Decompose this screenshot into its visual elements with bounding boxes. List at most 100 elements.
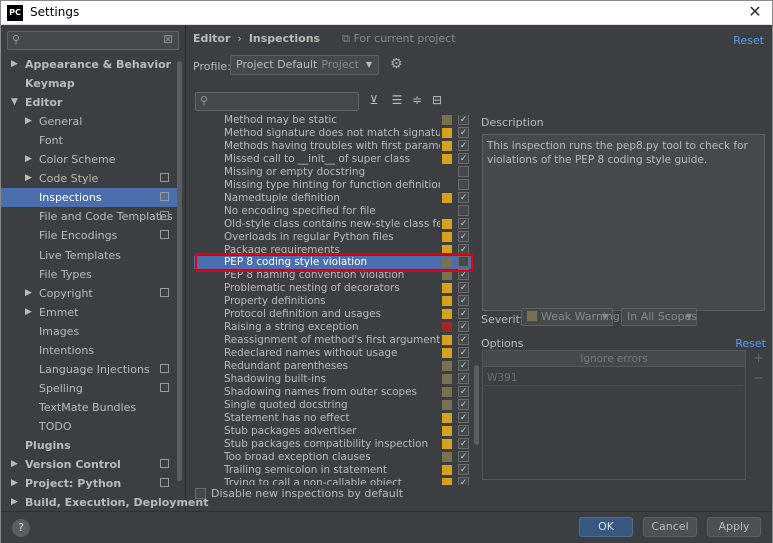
- enable-checkbox[interactable]: [458, 178, 469, 190]
- ignore-errors-cell[interactable]: W391: [485, 370, 743, 386]
- collapsed-arrow-icon[interactable]: ▶: [25, 303, 32, 322]
- filter-icon[interactable]: ⊻: [366, 93, 382, 107]
- help-button[interactable]: ?: [12, 519, 30, 537]
- enable-checkbox[interactable]: ✓: [458, 295, 469, 307]
- inspection-row[interactable]: Problematic nesting of decorators ✓: [194, 282, 472, 295]
- enable-checkbox[interactable]: ✓: [458, 334, 469, 346]
- apply-button[interactable]: Apply: [707, 517, 761, 537]
- inspection-row[interactable]: Old-style class contains new-style class…: [194, 217, 472, 231]
- scrollbar-thumb[interactable]: [474, 365, 479, 445]
- severity-dropdown[interactable]: Weak Warning ▼: [521, 308, 620, 326]
- enable-checkbox[interactable]: ✓: [458, 217, 469, 229]
- inspection-row[interactable]: Stub packages advertiser ✓: [194, 424, 472, 438]
- sidebar-item[interactable]: ▶ Project: Python: [1, 474, 177, 493]
- expand-all-icon[interactable]: ☰: [389, 93, 405, 107]
- inspection-search-input[interactable]: ⚲: [195, 92, 359, 111]
- enable-checkbox[interactable]: ✓: [458, 139, 469, 151]
- sidebar-scrollbar[interactable]: [177, 61, 182, 481]
- expanded-arrow-icon[interactable]: ▼: [11, 93, 18, 112]
- inspection-row[interactable]: Protocol definition and usages ✓: [194, 308, 472, 321]
- enable-checkbox[interactable]: ✓: [458, 308, 469, 320]
- inspection-row[interactable]: Single quoted docstring ✓: [194, 398, 472, 412]
- settings-search-input[interactable]: ⚲ ⊠: [7, 31, 179, 50]
- sidebar-item[interactable]: TextMate Bundles: [1, 398, 177, 417]
- inspection-row[interactable]: Redundant parentheses ✓: [194, 360, 472, 373]
- collapsed-arrow-icon[interactable]: ▶: [11, 455, 18, 474]
- sidebar-item[interactable]: Font: [1, 131, 177, 150]
- enable-checkbox[interactable]: ✓: [458, 476, 469, 485]
- sidebar-item[interactable]: Intentions: [1, 341, 177, 360]
- collapsed-arrow-icon[interactable]: ▶: [25, 284, 32, 303]
- collapsed-arrow-icon[interactable]: ▶: [25, 150, 32, 169]
- sidebar-item[interactable]: File and Code Templates: [1, 207, 177, 226]
- sidebar-item[interactable]: ▶ Copyright: [1, 284, 177, 303]
- collapsed-arrow-icon[interactable]: ▶: [25, 112, 32, 131]
- sidebar-item[interactable]: Spelling: [1, 379, 177, 398]
- enable-checkbox[interactable]: ✓: [458, 424, 469, 436]
- sidebar-item[interactable]: ▶ Code Style: [1, 169, 177, 188]
- inspection-row[interactable]: Raising a string exception ✓: [194, 321, 472, 334]
- enable-checkbox[interactable]: ✓: [458, 360, 469, 372]
- checkbox-box[interactable]: [195, 488, 206, 499]
- sidebar-item[interactable]: Keymap: [1, 74, 177, 93]
- inspection-row[interactable]: Namedtuple definition ✓: [194, 191, 472, 205]
- enable-checkbox[interactable]: ✓: [458, 152, 469, 164]
- options-reset-link[interactable]: Reset: [735, 337, 766, 350]
- enable-checkbox[interactable]: ✓: [458, 373, 469, 384]
- profile-dropdown[interactable]: Project Default Project ▼: [230, 55, 379, 75]
- collapsed-arrow-icon[interactable]: ▶: [11, 493, 18, 512]
- inspection-row[interactable]: Missed call to __init__ of super class ✓: [194, 152, 472, 166]
- inspection-row[interactable]: Shadowing built-ins ✓: [194, 373, 472, 386]
- inspection-row[interactable]: Missing or empty docstring: [194, 165, 472, 179]
- inspection-row[interactable]: Stub packages compatibility inspection ✓: [194, 437, 472, 451]
- enable-checkbox[interactable]: ✓: [458, 411, 469, 423]
- inspection-row[interactable]: Overloads in regular Python files ✓: [194, 230, 472, 244]
- sidebar-item[interactable]: ▶ Appearance & Behavior: [1, 55, 177, 74]
- add-error-button[interactable]: +: [753, 351, 764, 366]
- enable-checkbox[interactable]: ✓: [458, 463, 469, 475]
- enable-checkbox[interactable]: ✓: [458, 450, 469, 462]
- collapse-all-icon[interactable]: ≑: [409, 93, 425, 107]
- sidebar-item[interactable]: ▶ Color Scheme: [1, 150, 177, 169]
- inspection-row[interactable]: Shadowing names from outer scopes ✓: [194, 385, 472, 399]
- sidebar-item[interactable]: TODO: [1, 417, 177, 436]
- inspection-row[interactable]: No encoding specified for file: [194, 204, 472, 218]
- inspection-row[interactable]: Statement has no effect ✓: [194, 411, 472, 425]
- inspection-row[interactable]: Methods having troubles with first param…: [194, 139, 472, 153]
- enable-checkbox[interactable]: ✓: [458, 321, 469, 333]
- ok-button[interactable]: OK: [579, 517, 633, 537]
- sidebar-item[interactable]: ▼ Editor: [1, 93, 177, 112]
- cancel-button[interactable]: Cancel: [643, 517, 697, 537]
- collapsed-arrow-icon[interactable]: ▶: [11, 55, 18, 74]
- close-window-button[interactable]: ✕: [746, 2, 764, 22]
- sidebar-item[interactable]: Plugins: [1, 436, 177, 455]
- enable-checkbox[interactable]: ✓: [458, 230, 469, 242]
- inspection-row[interactable]: Method signature does not match signatur…: [194, 126, 472, 140]
- inspections-scrollbar[interactable]: [474, 115, 479, 485]
- inspection-row[interactable]: Missing type hinting for function defini…: [194, 178, 472, 192]
- scope-dropdown[interactable]: In All Scopes ▼: [621, 308, 697, 326]
- sidebar-item[interactable]: File Types: [1, 265, 177, 284]
- sidebar-item[interactable]: File Encodings: [1, 226, 177, 245]
- collapsed-arrow-icon[interactable]: ▶: [11, 474, 18, 493]
- enable-checkbox[interactable]: ✓: [458, 126, 469, 138]
- enable-checkbox[interactable]: ✓: [458, 437, 469, 449]
- enable-checkbox[interactable]: ✓: [458, 191, 469, 203]
- enable-checkbox[interactable]: ✓: [458, 385, 469, 397]
- enable-checkbox[interactable]: ✓: [458, 282, 469, 294]
- reset-to-default-icon[interactable]: ⊟: [429, 93, 445, 107]
- inspection-row[interactable]: Property definitions ✓: [194, 295, 472, 308]
- remove-error-button[interactable]: −: [753, 371, 764, 386]
- inspection-row[interactable]: Trailing semicolon in statement ✓: [194, 463, 472, 477]
- sidebar-item[interactable]: ▶ Version Control: [1, 455, 177, 474]
- enable-checkbox[interactable]: ✓: [458, 398, 469, 410]
- inspection-row[interactable]: Too broad exception clauses ✓: [194, 450, 472, 464]
- sidebar-item[interactable]: Live Templates: [1, 246, 177, 265]
- sidebar-item[interactable]: Language Injections: [1, 360, 177, 379]
- sidebar-item[interactable]: ▶ Emmet: [1, 303, 177, 322]
- enable-checkbox[interactable]: [458, 165, 469, 177]
- clear-search-icon[interactable]: ⊠: [163, 32, 173, 46]
- enable-checkbox[interactable]: ✓: [458, 115, 469, 125]
- sidebar-item[interactable]: ▶ General: [1, 112, 177, 131]
- sidebar-item[interactable]: ▶ Build, Execution, Deployment: [1, 493, 208, 512]
